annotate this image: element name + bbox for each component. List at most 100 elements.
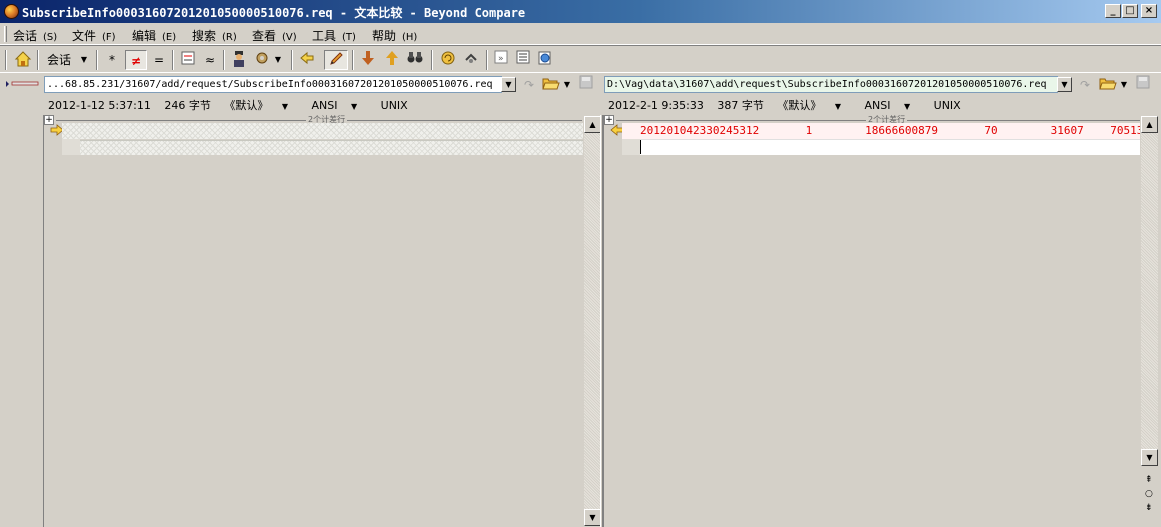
right-scroll-up-icon[interactable]: ▲ xyxy=(1141,116,1158,133)
swap-arrows-icon[interactable] xyxy=(461,50,481,70)
format-dropdown-arrow-icon[interactable]: ▼ xyxy=(273,50,283,70)
diff-navigator: ⇞ ○ ⇟ xyxy=(1141,471,1158,527)
show-same-button[interactable]: = xyxy=(150,50,168,70)
menu-tools-key: (T) xyxy=(342,32,356,43)
menu-tools-label: 工具 xyxy=(312,29,337,43)
toolbar: 会话 ▼ * ≠ = ≈ ▼ » xyxy=(0,45,1161,73)
right-path-dropdown-icon[interactable]: ▼ xyxy=(1057,77,1072,92)
edit-pencil-icon[interactable] xyxy=(324,50,348,70)
left-encoding-default-label: 《默认》 xyxy=(224,99,269,112)
right-go-arrow-icon[interactable]: ↷ xyxy=(1076,75,1094,95)
show-all-button[interactable]: * xyxy=(103,50,121,70)
left-history-icon[interactable] xyxy=(4,75,40,95)
left-go-arrow-icon[interactable]: ↷ xyxy=(520,75,538,95)
menu-edit[interactable]: 编辑 (E) xyxy=(132,27,176,44)
left-path-dropdown-icon[interactable]: ▼ xyxy=(501,77,516,92)
home-icon[interactable] xyxy=(12,50,34,70)
close-button[interactable]: × xyxy=(1141,4,1157,18)
next-difference-icon[interactable] xyxy=(358,50,378,70)
left-path-input[interactable]: ...68.85.231/31607/add/request/Subscribe… xyxy=(44,76,502,93)
left-open-folder-icon[interactable] xyxy=(541,75,561,95)
menu-search-label: 搜索 xyxy=(192,29,217,43)
minimize-button[interactable]: _ xyxy=(1105,4,1121,18)
left-encoding-dropdown[interactable]: ANSI ▼ xyxy=(312,99,368,112)
toolbar-separator xyxy=(431,50,433,70)
current-diff-nav-icon[interactable]: ○ xyxy=(1145,489,1153,499)
right-save-icon[interactable] xyxy=(1135,75,1151,95)
left-vertical-scrollbar[interactable]: ▲ ▼ xyxy=(584,116,601,526)
rules-person-icon[interactable] xyxy=(229,50,249,70)
menu-file[interactable]: 文件 (F) xyxy=(72,27,116,44)
menu-view-label: 查看 xyxy=(252,29,277,43)
right-encoding-label: ANSI xyxy=(864,99,891,112)
left-scroll-down-icon[interactable]: ▼ xyxy=(584,509,601,526)
menu-tools[interactable]: 工具 (T) xyxy=(312,27,356,44)
menu-session-key: (S) xyxy=(43,32,58,43)
left-scroll-up-icon[interactable]: ▲ xyxy=(584,116,601,133)
ignore-unimportant-button[interactable]: ≈ xyxy=(200,50,220,70)
left-file-size: 246 字节 xyxy=(164,99,211,112)
right-open-dropdown-icon[interactable]: ▼ xyxy=(1118,75,1130,95)
right-encoding-default-label: 《默认》 xyxy=(777,99,822,112)
toolbar-grip xyxy=(5,50,7,70)
right-scroll-down-icon[interactable]: ▼ xyxy=(1141,449,1158,466)
toolbar-separator xyxy=(172,50,174,70)
left-line-ending[interactable]: UNIX xyxy=(381,99,408,112)
refresh-icon[interactable] xyxy=(438,50,458,70)
menu-help[interactable]: 帮助 (H) xyxy=(372,27,417,44)
menu-search[interactable]: 搜索 (R) xyxy=(192,27,237,44)
session-dropdown[interactable]: 会话 xyxy=(42,50,76,70)
find-binoculars-icon[interactable] xyxy=(405,50,425,70)
context-icon[interactable] xyxy=(178,50,198,70)
left-save-icon[interactable] xyxy=(578,75,594,95)
chevron-down-icon: ▼ xyxy=(350,102,358,111)
toolbar-separator xyxy=(291,50,293,70)
right-open-folder-icon[interactable] xyxy=(1098,75,1118,95)
menu-help-key: (H) xyxy=(402,32,418,43)
web-report-icon[interactable] xyxy=(536,50,554,70)
maximize-button[interactable]: □ xyxy=(1122,4,1138,18)
chevron-down-icon: ▼ xyxy=(281,102,288,111)
menu-view-key: (V) xyxy=(282,32,297,43)
format-gear-icon[interactable] xyxy=(252,50,272,70)
list-view-icon[interactable] xyxy=(514,50,532,70)
toolbar-separator xyxy=(37,50,39,70)
beyond-compare-app-icon[interactable] xyxy=(4,4,19,19)
right-path-row: D:\Vag\data\31607\add\request\SubscribeI… xyxy=(602,74,1161,94)
right-empty-line-2[interactable] xyxy=(640,139,1140,155)
prev-diff-nav-icon[interactable]: ⇞ xyxy=(1145,475,1153,485)
left-encoding-default-dropdown[interactable]: 《默认》 ▼ xyxy=(224,99,298,112)
right-text-pane[interactable]: + 2个计差行 201201042330245312 1 18666600879… xyxy=(603,114,1161,527)
left-file-info: 2012-1-12 5:37:11 246 字节 《默认》 ▼ ANSI ▼ U… xyxy=(48,97,418,113)
next-diff-nav-icon[interactable]: ⇟ xyxy=(1145,503,1153,513)
swap-sides-icon[interactable] xyxy=(297,50,317,70)
left-text-pane[interactable]: + 2个计差行 ▲ ▼ xyxy=(43,114,601,527)
menu-help-label: 帮助 xyxy=(372,29,397,43)
right-encoding-default-dropdown[interactable]: 《默认》 ▼ xyxy=(777,99,851,112)
session-dropdown-arrow-icon[interactable]: ▼ xyxy=(78,50,90,70)
left-file-date: 2012-1-12 5:37:11 xyxy=(48,99,151,112)
right-encoding-dropdown[interactable]: ANSI ▼ xyxy=(865,99,921,112)
left-encoding-label: ANSI xyxy=(311,99,338,112)
right-line-gutter xyxy=(622,139,640,155)
menubar-grip xyxy=(4,26,7,42)
left-open-dropdown-icon[interactable]: ▼ xyxy=(561,75,573,95)
show-differences-button[interactable]: ≠ xyxy=(125,50,147,70)
left-line-gutter xyxy=(62,139,80,155)
menu-view[interactable]: 查看 (V) xyxy=(252,27,297,44)
previous-difference-icon[interactable] xyxy=(382,50,402,70)
menu-session[interactable]: 会话 (S) xyxy=(13,27,57,44)
expand-panel-icon[interactable]: » xyxy=(492,50,510,70)
right-vertical-scrollbar[interactable]: ▲ ▼ xyxy=(1141,116,1158,466)
window-title: SubscribeInfo00031607201201050000510076.… xyxy=(22,6,526,20)
menu-file-key: (F) xyxy=(102,32,116,43)
right-line-ending[interactable]: UNIX xyxy=(934,99,961,112)
right-path-input[interactable]: D:\Vag\data\31607\add\request\SubscribeI… xyxy=(604,76,1058,93)
right-file-date: 2012-2-1 9:35:33 xyxy=(608,99,704,112)
toolbar-separator xyxy=(352,50,354,70)
left-missing-line-1 xyxy=(62,123,583,139)
text-cursor xyxy=(640,140,641,154)
chevron-down-icon: ▼ xyxy=(903,102,911,111)
toolbar-separator xyxy=(486,50,488,70)
toolbar-separator xyxy=(96,50,98,70)
